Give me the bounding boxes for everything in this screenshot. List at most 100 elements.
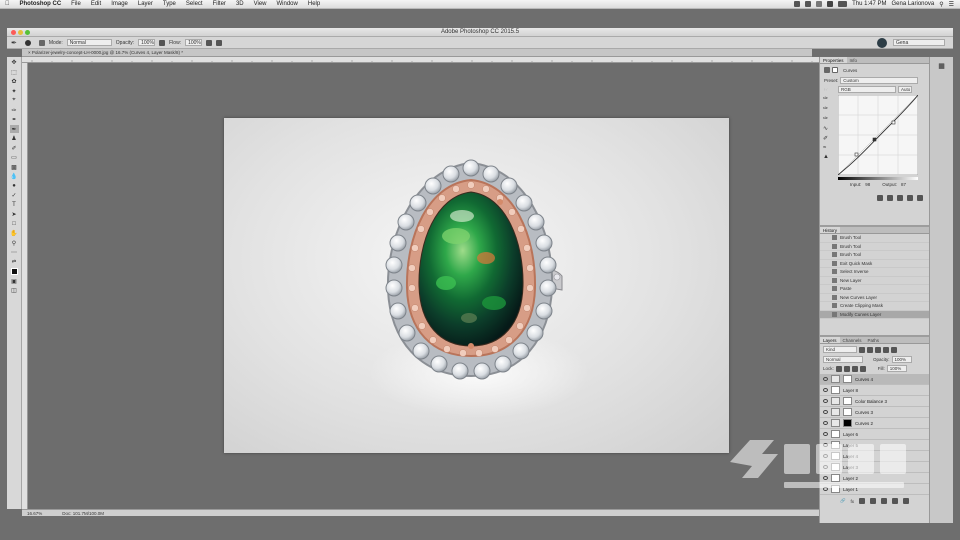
sample-gray-eyedropper-icon[interactable]: ✑ <box>823 105 835 112</box>
menu-filter[interactable]: Filter <box>208 1 231 7</box>
pen-tool-icon[interactable]: ✓ <box>10 192 19 200</box>
layer-row[interactable]: Curves 2 <box>820 418 929 429</box>
mode-select[interactable]: Normal <box>66 39 112 46</box>
mask-thumb[interactable] <box>843 419 852 427</box>
layer-opacity-field[interactable]: 100% <box>891 356 912 363</box>
battery-icon[interactable] <box>838 1 848 7</box>
tab-properties[interactable]: Properties <box>820 57 847 63</box>
smooth-icon[interactable]: ≈ <box>823 145 835 151</box>
history-item[interactable]: Exit Quick Mask <box>820 260 929 268</box>
history-brush-tool-icon[interactable]: ✐ <box>10 144 19 152</box>
toggle-visibility-icon[interactable] <box>907 195 913 201</box>
auto-button[interactable]: Auto <box>898 86 913 93</box>
add-mask-icon[interactable] <box>859 498 866 504</box>
brush-tool-icon[interactable]: ✒ <box>11 39 17 47</box>
menu-type[interactable]: Type <box>158 1 181 7</box>
output-value[interactable]: 87 <box>901 182 906 187</box>
lock-all-icon[interactable] <box>859 365 866 372</box>
document-canvas[interactable] <box>224 118 729 453</box>
layer-row[interactable]: Curves 3 <box>820 407 929 418</box>
menu-3d[interactable]: 3D <box>231 1 249 7</box>
visibility-eye-icon[interactable] <box>823 388 828 392</box>
delete-layer-icon[interactable] <box>903 498 910 504</box>
path-select-tool-icon[interactable]: ➤ <box>10 211 19 219</box>
menu-list-icon[interactable]: ☰ <box>949 1 954 8</box>
filter-smart-icon[interactable] <box>891 346 897 353</box>
search-icon[interactable]: ⚲ <box>939 1 943 8</box>
status-app-icon[interactable] <box>794 1 801 7</box>
target-adjust-icon[interactable]: ☞ <box>824 87 828 93</box>
clipping-warning-icon[interactable]: ▲ <box>823 154 835 160</box>
channel-select[interactable]: RGB <box>838 86 897 93</box>
menu-help[interactable]: Help <box>303 1 325 7</box>
history-item[interactable]: Paste <box>820 285 929 294</box>
history-item[interactable]: Create Clipping Mask <box>820 302 929 311</box>
healing-tool-icon[interactable]: ⚭ <box>10 116 19 124</box>
clip-to-layer-icon[interactable] <box>877 195 883 201</box>
zoom-window-button[interactable] <box>25 30 30 35</box>
new-group-icon[interactable] <box>881 498 888 504</box>
visibility-eye-icon[interactable] <box>823 399 828 403</box>
crop-tool-icon[interactable]: ⌖ <box>10 97 19 105</box>
move-tool-icon[interactable]: ✥ <box>10 59 19 67</box>
color-swatches-icon[interactable] <box>10 268 19 276</box>
flow-field[interactable]: 100% <box>185 39 203 46</box>
curve-pencil-icon[interactable]: ✐ <box>823 135 835 142</box>
reset-icon[interactable] <box>897 195 903 201</box>
menu-window[interactable]: Window <box>272 1 303 7</box>
menu-edit[interactable]: Edit <box>86 1 106 7</box>
menu-select[interactable]: Select <box>181 1 208 7</box>
hand-tool-icon[interactable]: ✋ <box>10 230 19 238</box>
close-window-button[interactable] <box>11 30 16 35</box>
sample-white-eyedropper-icon[interactable]: ✑ <box>823 115 835 122</box>
eraser-tool-icon[interactable]: ▭ <box>10 154 19 162</box>
menu-file[interactable]: File <box>66 1 86 7</box>
quick-select-tool-icon[interactable]: ✦ <box>10 87 19 95</box>
tab-info[interactable]: Info <box>847 57 861 63</box>
curves-graph[interactable] <box>838 95 918 175</box>
curve-point[interactable] <box>872 137 877 142</box>
visibility-eye-icon[interactable] <box>823 410 828 414</box>
curve-point[interactable] <box>854 152 859 157</box>
apple-icon[interactable]:  <box>0 1 15 7</box>
mask-thumb[interactable] <box>843 375 852 383</box>
history-item[interactable]: Brush Tool <box>820 234 929 243</box>
collapse-panels-icon[interactable]: ▦ <box>937 61 947 71</box>
menu-layer[interactable]: Layer <box>133 1 158 7</box>
history-item[interactable]: Brush Tool <box>820 251 929 260</box>
lock-transparent-icon[interactable] <box>835 365 842 372</box>
lasso-tool-icon[interactable]: ✿ <box>10 78 19 86</box>
history-item[interactable]: New Curves Layer <box>820 294 929 302</box>
eyedropper-tool-icon[interactable]: ✑ <box>10 106 19 114</box>
tab-paths[interactable]: Paths <box>865 337 883 343</box>
user-name[interactable]: Gena Larionova <box>892 1 935 7</box>
sample-black-eyedropper-icon[interactable]: ✑ <box>823 95 835 102</box>
stamp-tool-icon[interactable]: ♟ <box>10 135 19 143</box>
more-tools-icon[interactable]: ⋯ <box>10 249 19 257</box>
airbrush-icon[interactable] <box>206 39 213 46</box>
doc-info[interactable]: Doc: 101.7M/100.0M <box>62 510 104 516</box>
view-previous-icon[interactable] <box>887 195 893 201</box>
new-adjustment-icon[interactable] <box>870 498 877 504</box>
wifi-icon[interactable] <box>827 1 834 7</box>
brush-tool-icon[interactable]: ✒ <box>9 125 19 133</box>
clock[interactable]: Thu 1:47 PM <box>852 1 886 7</box>
history-item[interactable]: Select Inverse <box>820 268 929 277</box>
new-layer-icon[interactable] <box>892 498 899 504</box>
filter-type-icon[interactable] <box>875 346 881 353</box>
tab-layers[interactable]: Layers <box>820 337 840 343</box>
menu-app-name[interactable]: Photoshop CC <box>15 1 67 7</box>
brush-size-picker[interactable] <box>21 39 35 47</box>
workspace-select[interactable]: Gena <box>893 39 945 46</box>
zoom-tool-icon[interactable]: ⚲ <box>10 239 19 247</box>
layer-row[interactable]: Curves 4 <box>820 374 929 385</box>
tab-history[interactable]: History <box>820 227 841 233</box>
link-layers-icon[interactable]: 🔗 <box>840 498 846 504</box>
layer-row[interactable]: Color Balance 3 <box>820 396 929 407</box>
fill-field[interactable]: 100% <box>886 365 907 372</box>
fx-icon[interactable]: fx <box>851 499 855 504</box>
input-value[interactable]: 98 <box>865 182 870 187</box>
history-item-selected[interactable]: Modify Curves Layer <box>820 310 929 319</box>
mask-thumb[interactable] <box>843 408 852 416</box>
curve-point[interactable] <box>891 120 896 125</box>
